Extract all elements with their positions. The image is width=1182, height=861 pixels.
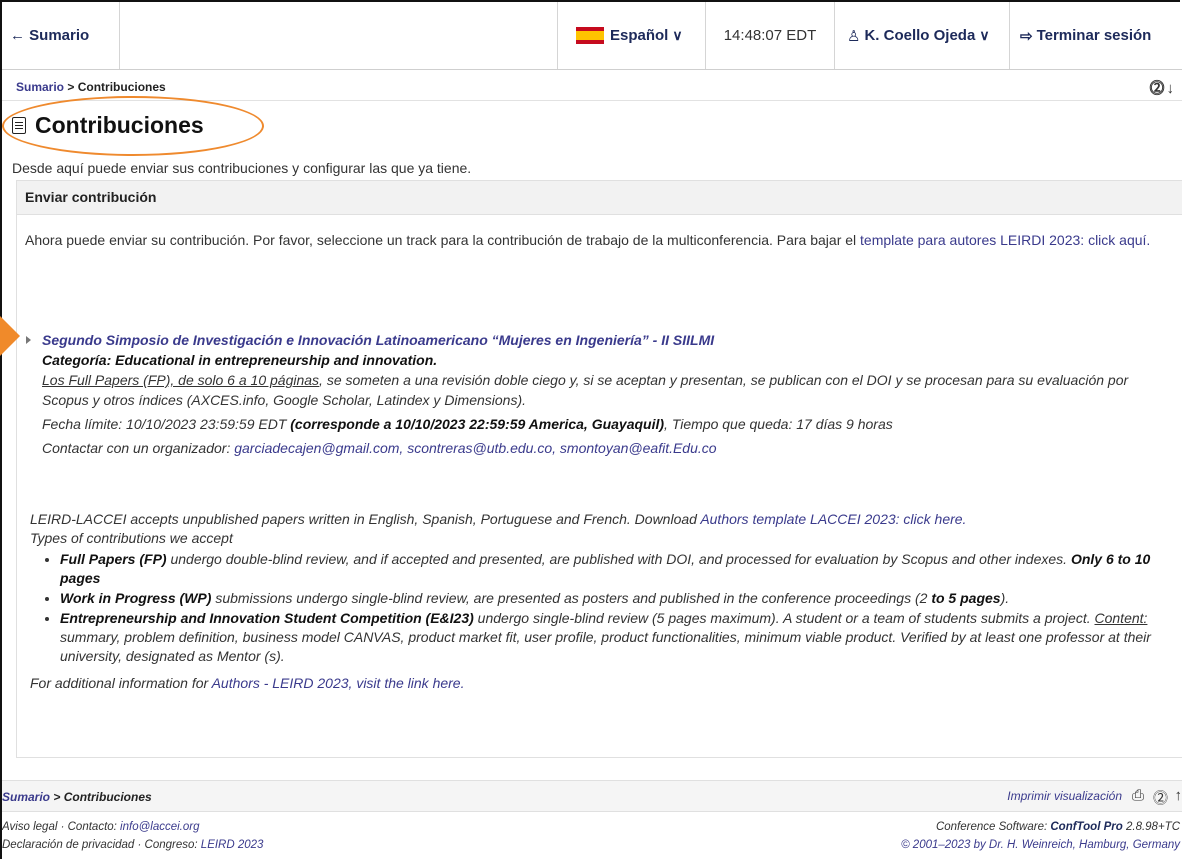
software-line: Conference Software: ConfTool Pro 2.8.98…	[901, 818, 1180, 836]
track-description: Los Full Papers (FP), de solo 6 a 10 pág…	[42, 370, 1162, 410]
list-item: Entrepreneurship and Innovation Student …	[60, 609, 1170, 666]
language-selector[interactable]: Español ∨	[558, 2, 706, 69]
help-icon[interactable]: ⓶	[1149, 80, 1166, 97]
panel-text: Ahora puede enviar su contribución. Por …	[25, 232, 861, 248]
item-text: undergo single-blind review (5 pages max…	[473, 610, 1095, 626]
legal-line-1: Aviso legal · Contacto: info@laccei.org	[2, 818, 263, 836]
breadcrumb-bar: Sumario > Contribuciones ⓶↓	[2, 71, 1182, 101]
contribution-types-list: Full Papers (FP) undergo double-blind re…	[30, 550, 1170, 666]
breadcrumb-summary-link[interactable]: Sumario	[16, 80, 64, 94]
panel-description: Ahora puede enviar su contribución. Por …	[25, 230, 1168, 250]
back-label: ← Sumario	[10, 27, 90, 44]
page-title: Contribuciones	[12, 112, 204, 139]
track-category: Categoría: Educational in entrepreneursh…	[42, 352, 438, 368]
software-credits: Conference Software: ConfTool Pro 2.8.98…	[901, 818, 1180, 854]
logout-button[interactable]: ⇨ Terminar sesión	[1010, 2, 1182, 69]
footer-bar: Sumario > Contribuciones Imprimir visual…	[2, 780, 1182, 812]
track-deadline: Fecha límite: 10/10/2023 23:59:59 EDT (c…	[42, 414, 1162, 434]
contact-email-link[interactable]: info@laccei.org	[120, 821, 199, 833]
legal-text: Aviso legal · Contacto:	[2, 821, 121, 833]
print-view-link[interactable]: Imprimir visualización	[1007, 789, 1122, 803]
user-menu[interactable]: ♙ K. Coello Ojeda ∨	[835, 2, 1010, 69]
privacy-text: Declaración de privacidad · Congreso:	[2, 839, 201, 851]
legal-line-2: Declaración de privacidad · Congreso: LE…	[2, 836, 263, 854]
software-version: 2.8.98+TC	[1122, 821, 1180, 833]
spain-flag-icon	[576, 27, 604, 44]
software-name: ConfTool Pro	[1050, 821, 1123, 833]
copyright-line: © 2001–2023 by Dr. H. Weinreich, Hamburg…	[901, 836, 1180, 854]
list-item: Full Papers (FP) undergo double-blind re…	[60, 550, 1170, 588]
laccei-template-link[interactable]: Authors template LACCEI 2023: click here…	[700, 511, 966, 527]
track-description-underlined: Los Full Papers (FP), de solo 6 a 10 pág…	[42, 372, 320, 388]
contact-prefix: Contactar con un organizador:	[42, 440, 235, 456]
authors-info-link[interactable]: Authors - LEIRD 2023, visit the link her…	[212, 675, 465, 691]
item-underlined: Content:	[1094, 610, 1148, 626]
breadcrumb-separator: >	[64, 80, 78, 94]
item-text-2: summary, problem definition, business mo…	[60, 629, 1151, 664]
arrow-up-icon[interactable]: ↑	[1175, 787, 1182, 804]
info-footer: For additional information for Authors -…	[30, 674, 1170, 693]
footer-breadcrumb: Sumario > Contribuciones	[2, 790, 152, 804]
back-to-summary-link[interactable]: ← Sumario	[2, 2, 120, 69]
callout-arrow-icon	[0, 316, 20, 356]
info-intro: LEIRD-LACCEI accepts unpublished papers …	[30, 510, 1170, 529]
time-label: 14:48:07 EDT	[723, 27, 817, 44]
logout-label: Terminar sesión	[1036, 27, 1152, 44]
help-icon[interactable]: ⓶	[1153, 787, 1168, 808]
logout-icon: ⇨	[1020, 27, 1033, 45]
topbar-spacer	[120, 2, 558, 69]
info-footer-text: For additional information for	[30, 675, 212, 691]
page-intro: Desde aquí puede enviar sus contribucion…	[12, 160, 472, 176]
item-text: undergo double-blind review, and if acce…	[166, 551, 1071, 567]
deadline-remaining: , Tiempo que queda: 17 días 9 horas	[664, 416, 893, 432]
chevron-down-icon: ∨	[672, 27, 683, 43]
track-title-link[interactable]: Segundo Simposio de Investigación e Inno…	[42, 332, 714, 348]
info-intro-text: LEIRD-LACCEI accepts unpublished papers …	[30, 511, 701, 527]
page-title-text: Contribuciones	[35, 112, 204, 138]
types-label: Types of contributions we accept	[30, 530, 233, 546]
software-prefix: Conference Software:	[935, 821, 1051, 833]
user-name: K. Coello Ojeda	[864, 27, 976, 44]
track-contact: Contactar con un organizador: garciadeca…	[42, 438, 1162, 458]
deadline-local: (corresponde a 10/10/2023 22:59:59 Ameri…	[290, 416, 665, 432]
user-icon: ♙	[847, 27, 861, 45]
chevron-down-icon: ∨	[979, 27, 990, 43]
panel-title: Enviar contribución	[17, 181, 1182, 215]
breadcrumb: Sumario > Contribuciones	[16, 80, 166, 94]
item-tail: ).	[1000, 590, 1010, 606]
contribution-info: LEIRD-LACCEI accepts unpublished papers …	[30, 510, 1170, 693]
document-icon	[12, 117, 26, 134]
item-emphasis: to 5 pages	[931, 590, 1001, 606]
arrow-down-icon[interactable]: ↓	[1167, 80, 1177, 97]
printer-icon[interactable]: ⎙	[1132, 787, 1144, 804]
copyright-link[interactable]: © 2001–2023 by Dr. H. Weinreich, Hamburg…	[901, 839, 1180, 851]
server-time: 14:48:07 EDT	[706, 2, 835, 69]
footer-breadcrumb-current: > Contribuciones	[50, 790, 152, 804]
footer-summary-link[interactable]: Sumario	[2, 790, 50, 804]
item-title: Entrepreneurship and Innovation Student …	[60, 610, 474, 626]
item-title: Work in Progress (WP)	[60, 590, 212, 606]
breadcrumb-current: Contribuciones	[77, 80, 166, 94]
item-title: Full Papers (FP)	[60, 551, 167, 567]
item-text: submissions undergo single-blind review,…	[211, 590, 932, 606]
list-item: Work in Progress (WP) submissions underg…	[60, 589, 1170, 608]
track-entry: Segundo Simposio de Investigación e Inno…	[26, 330, 1162, 458]
top-navigation-bar: ← Sumario Español ∨ 14:48:07 EDT ♙ K. Co…	[2, 2, 1182, 70]
language-label: Español	[610, 27, 669, 44]
page-tools: ⓶↓	[1149, 77, 1176, 98]
author-template-link[interactable]: template para autores LEIRDI 2023: click…	[860, 232, 1150, 248]
deadline-prefix: Fecha límite: 10/10/2023 23:59:59 EDT	[42, 416, 291, 432]
triangle-bullet-icon	[26, 336, 31, 344]
legal-footer: Aviso legal · Contacto: info@laccei.org …	[2, 818, 263, 854]
organizer-emails-link[interactable]: garciadecajen@gmail.com, scontreras@utb.…	[234, 440, 716, 456]
congress-link[interactable]: LEIRD 2023	[201, 839, 264, 851]
